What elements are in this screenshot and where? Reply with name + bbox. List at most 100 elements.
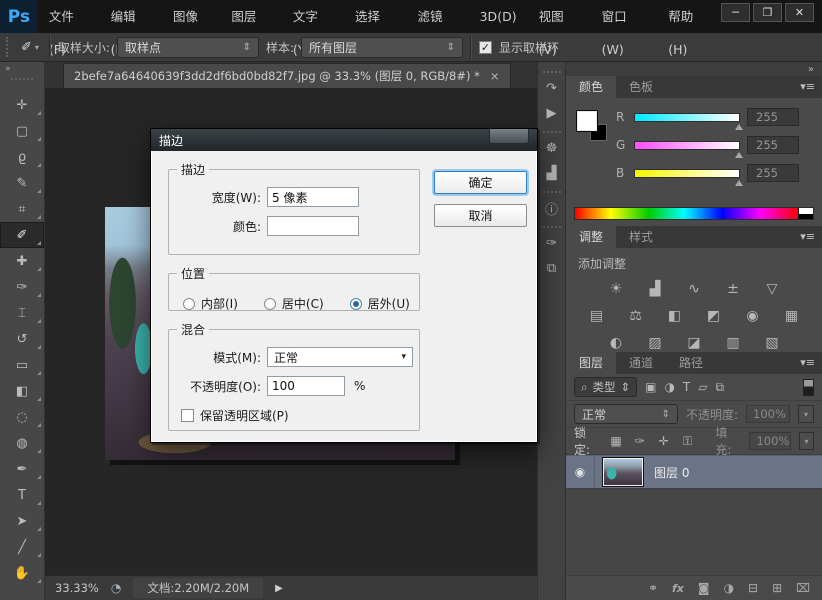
slider-thumb[interactable] <box>735 176 743 186</box>
radio-outside[interactable]: 居外(U) <box>350 295 410 312</box>
new-group-icon[interactable]: ⊟ <box>748 581 758 595</box>
fill-dropdown-icon[interactable]: ▾ <box>799 432 814 450</box>
posterize-icon[interactable]: ▨ <box>643 333 667 352</box>
new-adjustment-layer-icon[interactable]: ◑ <box>724 581 734 595</box>
histogram-panel-icon[interactable]: ▟ <box>540 161 564 186</box>
menu-edit[interactable]: 编辑(E) <box>100 0 162 33</box>
color-spectrum-ramp[interactable] <box>574 207 814 220</box>
vibrance-icon[interactable]: ▽ <box>760 279 784 298</box>
filter-toggle-switch[interactable] <box>803 379 814 396</box>
curves-icon[interactable]: ∿ <box>682 279 706 298</box>
minimize-button[interactable]: ─ <box>721 3 750 22</box>
cancel-button[interactable]: 取消 <box>434 204 527 227</box>
menu-type[interactable]: 文字(Y) <box>282 0 344 33</box>
fill-value-field[interactable]: 100% <box>749 432 791 450</box>
lock-image-pixels-icon[interactable]: ✑ <box>632 434 648 448</box>
lock-all-icon[interactable]: ⚿ <box>680 434 696 449</box>
menu-select[interactable]: 选择(S) <box>344 0 406 33</box>
filter-type-layers-icon[interactable]: T <box>683 380 690 394</box>
filter-pixel-layers-icon[interactable]: ▣ <box>645 380 656 394</box>
eyedropper-tool[interactable]: ✐ <box>0 222 44 248</box>
green-slider[interactable] <box>634 141 740 150</box>
channel-mixer-icon[interactable]: ◉ <box>741 306 765 325</box>
path-selection-tool[interactable]: ➤ <box>0 508 44 534</box>
spot-healing-tool[interactable]: ✚ <box>0 248 44 274</box>
blue-slider[interactable] <box>634 169 740 178</box>
dock-collapse-strip[interactable]: » <box>566 62 822 76</box>
menu-image[interactable]: 图像(I) <box>162 0 220 33</box>
levels-icon[interactable]: ▟ <box>643 279 667 298</box>
eyedropper-tool-preset[interactable]: ✐ ▾ <box>18 40 42 55</box>
menu-layer[interactable]: 图层(L) <box>220 0 282 33</box>
history-panel-icon[interactable]: ↷ <box>540 76 564 101</box>
tab-swatches[interactable]: 色板 <box>616 76 666 98</box>
sample-select[interactable]: 所有图层 ⇕ <box>301 37 463 58</box>
preserve-transparency-checkbox[interactable] <box>181 409 194 422</box>
crop-tool[interactable]: ⌗ <box>0 196 44 222</box>
menu-view[interactable]: 视图(V) <box>528 0 591 33</box>
tab-styles[interactable]: 样式 <box>616 226 666 248</box>
lasso-tool[interactable]: ϱ <box>0 144 44 170</box>
options-bar-grip[interactable] <box>6 37 11 57</box>
dialog-opacity-input[interactable] <box>267 376 345 396</box>
blend-mode-dropdown[interactable]: 正常 ▾ <box>267 347 413 367</box>
menu-help[interactable]: 帮助(H) <box>657 0 721 33</box>
brush-tool[interactable]: ✑ <box>0 274 44 300</box>
panel-menu-icon[interactable]: ▾≡ <box>800 352 815 374</box>
menu-window[interactable]: 窗口(W) <box>591 0 658 33</box>
dodge-tool[interactable]: ◍ <box>0 430 44 456</box>
filter-adjustment-layers-icon[interactable]: ◑ <box>664 380 674 394</box>
menu-file[interactable]: 文件(F) <box>38 0 100 33</box>
exposure-icon[interactable]: ± <box>721 279 745 298</box>
black-endcap[interactable] <box>799 214 813 220</box>
maximize-button[interactable]: ❐ <box>753 3 782 22</box>
status-menu-arrow-icon[interactable]: ▶ <box>275 583 283 594</box>
tools-panel-header[interactable]: » <box>0 62 44 92</box>
red-slider[interactable] <box>634 113 740 122</box>
sample-size-select[interactable]: 取样点 ⇕ <box>117 37 259 58</box>
status-badge-icon[interactable]: ◔ <box>111 581 121 595</box>
stroke-color-swatch[interactable] <box>267 216 359 236</box>
red-value-field[interactable]: 255 <box>747 108 799 126</box>
gradient-map-icon[interactable]: ▥ <box>721 333 745 352</box>
tab-adjustments[interactable]: 调整 <box>566 226 616 248</box>
layer-name[interactable]: 图层 0 <box>654 464 689 481</box>
eraser-tool[interactable]: ▭ <box>0 352 44 378</box>
marquee-tool[interactable]: ▢ <box>0 118 44 144</box>
color-lookup-icon[interactable]: ▦ <box>780 306 804 325</box>
hue-saturation-icon[interactable]: ▤ <box>585 306 609 325</box>
blend-mode-select[interactable]: 正常 ⇕ <box>574 404 678 424</box>
radio-center[interactable]: 居中(C) <box>264 295 324 312</box>
selective-color-icon[interactable]: ▧ <box>760 333 784 352</box>
spectrum-endcaps[interactable] <box>798 208 813 219</box>
layer-row-selected[interactable]: ◉ 图层 0 <box>566 455 822 489</box>
blue-value-field[interactable]: 255 <box>747 164 799 182</box>
width-input[interactable] <box>267 187 359 207</box>
panel-menu-icon[interactable]: ▾≡ <box>800 76 815 98</box>
spectrum-gradient[interactable] <box>575 208 798 219</box>
color-balance-icon[interactable]: ⚖ <box>624 306 648 325</box>
dialog-title-bar[interactable]: 描边 <box>151 129 537 151</box>
tab-close-icon[interactable]: × <box>490 69 500 83</box>
green-value-field[interactable]: 255 <box>747 136 799 154</box>
link-layers-icon[interactable]: ⚭ <box>648 581 658 595</box>
hand-tool[interactable]: ✋ <box>0 560 44 586</box>
layer-style-fx-icon[interactable]: fx <box>672 582 684 595</box>
gradient-tool[interactable]: ◧ <box>0 378 44 404</box>
opacity-dropdown-icon[interactable]: ▾ <box>798 405 814 423</box>
slider-thumb[interactable] <box>735 120 743 130</box>
menu-filter[interactable]: 滤镜(T) <box>406 0 468 33</box>
invert-icon[interactable]: ◐ <box>604 333 628 352</box>
opacity-value-field[interactable]: 100% <box>746 405 790 423</box>
type-tool[interactable]: T <box>0 482 44 508</box>
radio-inside[interactable]: 内部(I) <box>183 295 238 312</box>
filter-shape-layers-icon[interactable]: ▱ <box>698 380 707 394</box>
tab-layers[interactable]: 图层 <box>566 352 616 374</box>
filter-type-select[interactable]: ⌕ 类型 ⇕ <box>574 377 637 397</box>
tab-paths[interactable]: 路径 <box>666 352 716 374</box>
menu-3d[interactable]: 3D(D) <box>469 0 528 33</box>
navigator-panel-icon[interactable]: ☸ <box>540 136 564 161</box>
dialog-close-button[interactable] <box>489 129 529 144</box>
tab-color[interactable]: 颜色 <box>566 76 616 98</box>
pen-tool[interactable]: ✒ <box>0 456 44 482</box>
